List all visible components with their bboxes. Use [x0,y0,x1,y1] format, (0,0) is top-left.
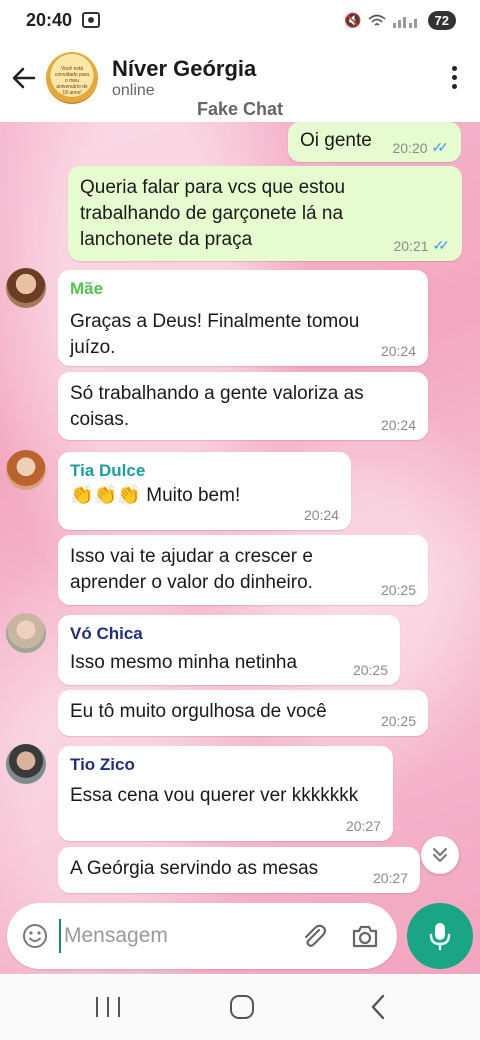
status-bar: 20:40 🔇 72 [0,0,480,44]
avatar-tio-zico[interactable] [6,744,46,784]
message-bubble[interactable]: Vó Chica Isso mesmo minha netinha 20:25 [58,615,400,685]
avatar-tia-dulce[interactable] [6,450,46,490]
message-bubble[interactable]: Queria falar para vcs que estou trabalha… [68,166,462,261]
message-meta: 20:25 [381,713,416,729]
message-bubble[interactable]: Isso vai te ajudar a crescer e aprender … [58,535,428,605]
recents-icon[interactable] [96,997,120,1019]
message-text: Eu tô muito orgulhosa de você [70,701,327,722]
avatar-vo-chica[interactable] [6,613,46,653]
message-meta: 20:27 [346,818,381,834]
message-time: 20:25 [352,662,388,678]
back-arrow-icon[interactable] [8,62,40,94]
camera-icon[interactable] [350,921,380,951]
message-text: Isso mesmo minha netinha [70,652,298,673]
message-time: 20:27 [345,818,381,834]
message-text: 👏👏👏 Muito bem! [70,485,241,506]
message-meta: 20:27 [373,870,408,886]
signal-icon [392,16,417,28]
sender-name[interactable]: Tio Zico [70,755,381,775]
message-meta: 20:25 [381,582,416,598]
message-bubble[interactable]: Tio Zico Essa cena vou querer ver kkkkkk… [58,746,393,841]
message-time: 20:25 [380,582,416,598]
sender-name[interactable]: Vó Chica [70,624,330,644]
more-options-icon[interactable] [452,66,458,89]
read-ticks-icon: ✓✓ [431,139,450,155]
message-bubble[interactable]: Tia Dulce 👏👏👏 Muito bem! 20:24 [58,452,351,530]
message-time: 20:21 [393,237,429,254]
message-text: Isso vai te ajudar a crescer e aprender … [70,546,313,593]
group-avatar[interactable]: Você está convidado para o meu aniversár… [46,52,98,104]
message-text: A Geórgia servindo as mesas [70,858,319,879]
message-text: Graças a Deus! Finalmente tomou juízo. [70,311,360,358]
battery-level: 72 [427,11,456,30]
home-icon[interactable] [230,995,254,1019]
status-time: 20:40 [26,10,73,30]
attach-clip-icon[interactable] [299,921,329,951]
system-nav-bar [0,975,480,1040]
sender-name[interactable]: Tia Dulce [70,461,339,481]
message-bubble[interactable]: A Geórgia servindo as mesas 20:27 [58,847,420,893]
message-time: 20:24 [303,507,339,523]
status-icons: 🔇 72 [344,11,456,30]
message-meta: 20:24 [381,417,416,433]
message-text: Queria falar para vcs que estou trabalha… [80,177,346,250]
message-meta: 20:21 ✓✓ [393,237,450,254]
chat-title[interactable]: Níver Geórgia [112,56,256,82]
double-chevron-down-icon [433,848,447,862]
scroll-to-bottom-button[interactable] [421,836,459,874]
message-text: Essa cena vou querer ver kkkkkkk [70,785,359,806]
message-time: 20:27 [372,870,408,886]
message-time: 20:24 [380,343,416,359]
message-meta: 20:24 [304,507,339,523]
message-bubble[interactable]: Mãe Graças a Deus! Finalmente tomou juíz… [58,270,428,366]
composer-bar [7,903,397,969]
wifi-icon [368,14,386,26]
message-time: 20:20 [392,139,428,156]
voice-record-button[interactable] [407,903,473,969]
message-input[interactable] [59,919,279,953]
message-text: Só trabalhando a gente valoriza as coisa… [70,383,364,430]
avatar-mae[interactable] [6,268,46,308]
chat-status: online [112,82,155,99]
message-time: 20:24 [380,417,416,433]
chat-header: Você está convidado para o meu aniversár… [0,44,480,122]
chat-area[interactable]: Oi gente 20:20 ✓✓ Queria falar para vcs … [0,122,480,974]
message-meta: 20:25 [353,662,388,678]
mute-icon: 🔇 [344,12,362,28]
sender-name[interactable]: Mãe [70,279,416,299]
microphone-icon [429,923,451,951]
message-meta: 20:24 [381,343,416,359]
message-bubble[interactable]: Oi gente 20:20 ✓✓ [288,122,461,162]
group-avatar-invite-text: Você está convidado para o meu aniversár… [54,66,90,96]
message-meta: 20:20 ✓✓ [392,139,449,156]
message-time: 20:25 [380,713,416,729]
watermark-label: Fake Chat [196,99,284,119]
message-bubble[interactable]: Eu tô muito orgulhosa de você 20:25 [58,690,428,736]
message-bubble[interactable]: Só trabalhando a gente valoriza as coisa… [58,372,428,440]
read-ticks-icon: ✓✓ [432,237,451,253]
emoji-icon[interactable] [22,923,48,949]
nav-back-icon[interactable] [368,993,388,1021]
screen-record-icon [82,12,100,28]
